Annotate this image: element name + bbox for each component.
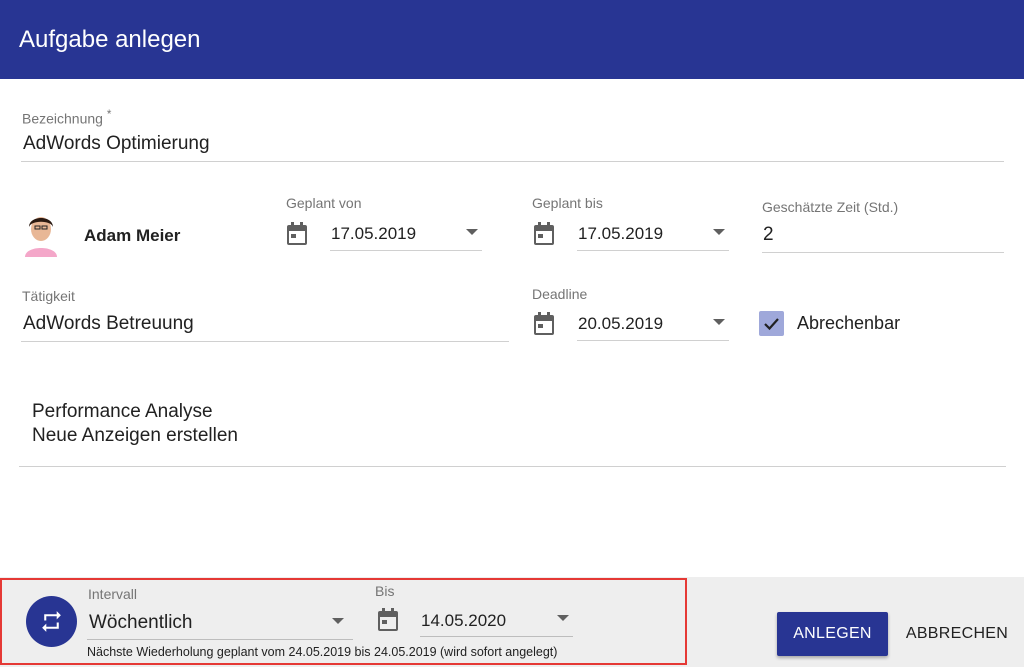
abrechenbar-label[interactable]: Abrechenbar [797, 313, 900, 334]
deadline-input[interactable]: 20.05.2019 [578, 314, 663, 334]
geplant-bis-label: Geplant bis [532, 195, 603, 211]
taetigkeit-input[interactable]: AdWords Betreuung [23, 313, 194, 335]
geplant-bis-input[interactable]: 17.05.2019 [578, 224, 663, 244]
taetigkeit-label: Tätigkeit [22, 288, 75, 304]
calendar-icon[interactable] [533, 312, 555, 336]
recurrence-hint: Nächste Wiederholung geplant vom 24.05.2… [87, 645, 558, 659]
bis-underline [420, 636, 573, 637]
caret-down-icon[interactable] [713, 229, 725, 235]
deadline-underline [577, 340, 729, 341]
caret-down-icon[interactable] [466, 229, 478, 235]
abbrechen-button[interactable]: ABBRECHEN [898, 612, 1016, 656]
required-marker: * [106, 108, 112, 121]
dialog-title: Aufgabe anlegen [19, 26, 201, 53]
abrechenbar-checkbox[interactable] [759, 311, 784, 336]
bezeichnung-label: Bezeichnung * [22, 108, 111, 127]
dialog-header: Aufgabe anlegen [0, 0, 1024, 79]
intervall-select[interactable]: Wöchentlich [89, 612, 193, 634]
bis-input[interactable]: 14.05.2020 [421, 611, 506, 631]
avatar [25, 217, 57, 257]
bezeichnung-label-text: Bezeichnung [22, 110, 103, 127]
anlegen-button[interactable]: ANLEGEN [777, 612, 888, 656]
intervall-label: Intervall [88, 586, 138, 602]
bezeichnung-input[interactable]: AdWords Optimierung [23, 133, 210, 155]
caret-down-icon[interactable] [713, 319, 725, 325]
deadline-label: Deadline [532, 286, 588, 302]
geschaetzte-zeit-label: Geschätzte Zeit (Std.) [762, 199, 899, 215]
geplant-von-underline [330, 250, 482, 251]
assignee-name[interactable]: Adam Meier [84, 226, 180, 246]
geschaetzte-zeit-underline [762, 252, 1004, 253]
check-icon [764, 318, 779, 331]
calendar-icon[interactable] [286, 222, 308, 246]
caret-down-icon[interactable] [557, 615, 569, 621]
caret-down-icon[interactable] [332, 618, 344, 624]
geplant-bis-underline [577, 250, 729, 251]
bis-label: Bis [375, 583, 395, 599]
taetigkeit-underline [21, 341, 509, 342]
intervall-underline [87, 639, 353, 640]
geschaetzte-zeit-input[interactable]: 2 [763, 224, 774, 246]
bezeichnung-underline [21, 161, 1004, 162]
calendar-icon[interactable] [533, 222, 555, 246]
description-underline [19, 466, 1006, 467]
calendar-icon[interactable] [377, 608, 399, 632]
geplant-von-input[interactable]: 17.05.2019 [331, 224, 416, 244]
repeat-icon [42, 611, 61, 632]
description-textarea[interactable]: Performance Analyse Neue Anzeigen erstel… [32, 400, 238, 448]
repeat-button[interactable] [26, 596, 77, 647]
geplant-von-label: Geplant von [286, 195, 362, 211]
